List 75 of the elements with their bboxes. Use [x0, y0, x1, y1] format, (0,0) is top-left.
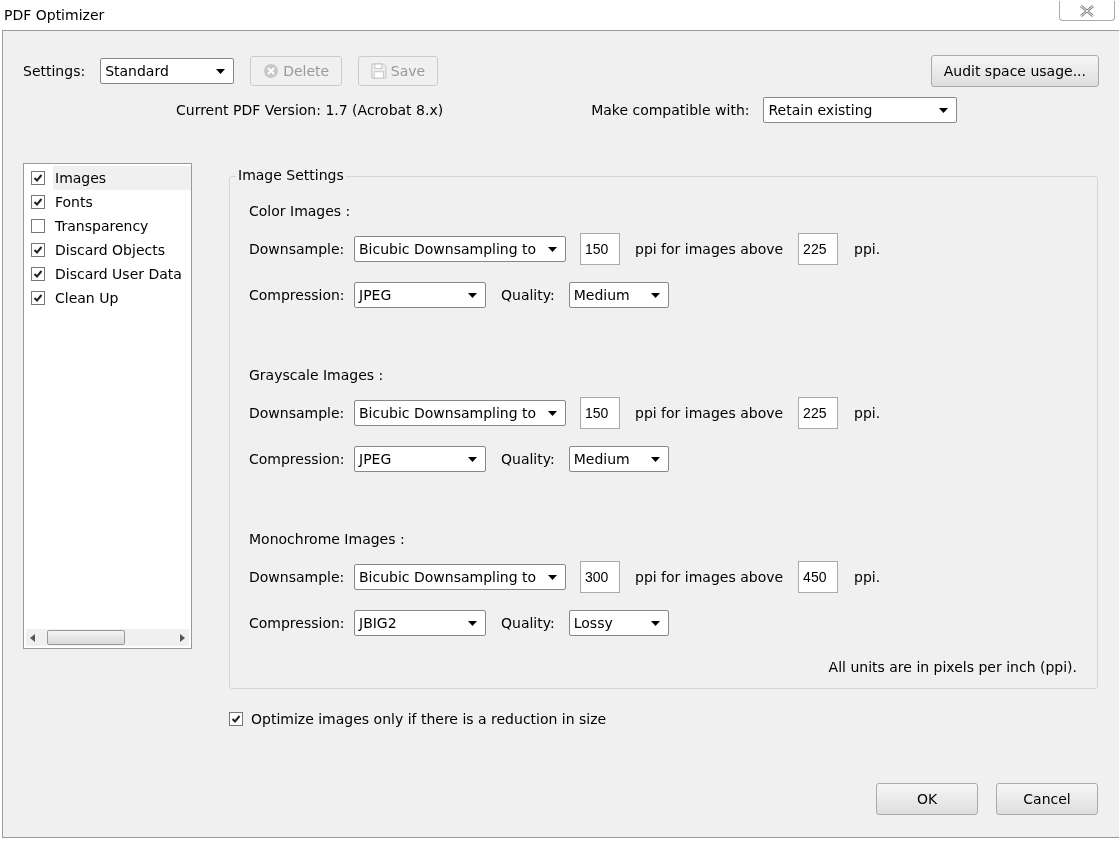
ppi-field[interactable]: 150: [580, 233, 620, 265]
pdf-version-text: Current PDF Version: 1.7 (Acrobat 8.x): [176, 102, 444, 118]
quality-label: Quality:: [501, 451, 555, 467]
panel-list-item[interactable]: Transparency: [53, 214, 191, 238]
close-button[interactable]: [1059, 1, 1115, 21]
audit-space-button[interactable]: Audit space usage...: [930, 55, 1099, 87]
left-arrow-icon: [30, 633, 35, 642]
quality-label: Quality:: [501, 615, 555, 631]
caret-icon: [216, 68, 226, 74]
downsample-label: Downsample:: [249, 241, 346, 257]
panel-list-item[interactable]: Discard User Data: [53, 262, 191, 286]
caret-icon: [548, 410, 557, 416]
settings-dropdown[interactable]: Standard: [100, 58, 235, 84]
checkbox[interactable]: [31, 195, 45, 209]
checkbox[interactable]: [229, 712, 243, 726]
threshold-label: ppi for images above: [635, 405, 784, 421]
settings-label: Settings:: [23, 63, 86, 79]
panel-list-item[interactable]: Fonts: [53, 190, 191, 214]
checkbox[interactable]: [31, 243, 45, 257]
group-title: Image Settings: [236, 167, 346, 183]
panel-list-item[interactable]: Discard Objects: [53, 238, 191, 262]
compression-dropdown[interactable]: JBIG2: [354, 610, 486, 636]
section-title: Grayscale Images :: [249, 367, 385, 383]
quality-dropdown[interactable]: Lossy: [568, 610, 669, 636]
delete-icon: [263, 63, 280, 79]
ppi-field[interactable]: 300: [580, 561, 620, 593]
threshold-field[interactable]: 225: [798, 397, 839, 429]
checkbox[interactable]: [31, 291, 45, 305]
downsample-dropdown[interactable]: Bicubic Downsampling to: [354, 564, 566, 590]
caret-icon: [468, 456, 477, 462]
compatibility-label: Make compatible with:: [591, 102, 750, 118]
quality-label: Quality:: [501, 287, 555, 303]
downsample-dropdown[interactable]: Bicubic Downsampling to: [354, 236, 566, 262]
right-arrow-icon: [180, 633, 185, 642]
downsample-label: Downsample:: [249, 569, 346, 585]
caret-icon: [468, 620, 477, 626]
compression-dropdown[interactable]: JPEG: [354, 446, 486, 472]
window-title: PDF Optimizer: [4, 7, 105, 23]
unit-label: ppi.: [854, 569, 881, 585]
close-icon: [1080, 4, 1094, 17]
dialog-button[interactable]: OK: [876, 783, 978, 815]
threshold-label: ppi for images above: [635, 569, 784, 585]
checkbox[interactable]: [31, 219, 45, 233]
threshold-label: ppi for images above: [635, 241, 784, 257]
quality-dropdown[interactable]: Medium: [568, 446, 669, 472]
section-title: Color Images :: [249, 203, 352, 219]
compression-label: Compression:: [249, 287, 346, 303]
units-note: All units are in pixels per inch (ppi).: [828, 659, 1077, 675]
caret-icon: [650, 456, 660, 462]
threshold-field[interactable]: 225: [798, 233, 839, 265]
panel-list-item[interactable]: Images: [53, 166, 191, 190]
caret-icon: [650, 292, 660, 298]
caret-icon: [650, 620, 660, 626]
ppi-field[interactable]: 150: [580, 397, 620, 429]
horizontal-scrollbar[interactable]: [26, 629, 189, 646]
checkbox[interactable]: [31, 267, 45, 281]
caret-icon: [548, 246, 557, 252]
section-title: Monochrome Images :: [249, 531, 406, 547]
downsample-label: Downsample:: [249, 405, 346, 421]
compression-label: Compression:: [249, 615, 346, 631]
caret-icon: [468, 292, 477, 298]
caret-icon: [548, 574, 557, 580]
dialog-button[interactable]: Cancel: [996, 783, 1098, 815]
checkbox[interactable]: [31, 171, 45, 185]
compression-label: Compression:: [249, 451, 346, 467]
compression-dropdown[interactable]: JPEG: [354, 282, 486, 308]
quality-dropdown[interactable]: Medium: [568, 282, 669, 308]
downsample-dropdown[interactable]: Bicubic Downsampling to: [354, 400, 566, 426]
unit-label: ppi.: [854, 241, 881, 257]
panel-list-item[interactable]: Clean Up: [53, 286, 191, 310]
unit-label: ppi.: [854, 405, 881, 421]
threshold-field[interactable]: 450: [798, 561, 839, 593]
compatibility-dropdown[interactable]: Retain existing: [763, 97, 958, 123]
optimize-label: Optimize images only if there is a reduction in size: [251, 711, 607, 727]
caret-icon: [939, 107, 949, 113]
